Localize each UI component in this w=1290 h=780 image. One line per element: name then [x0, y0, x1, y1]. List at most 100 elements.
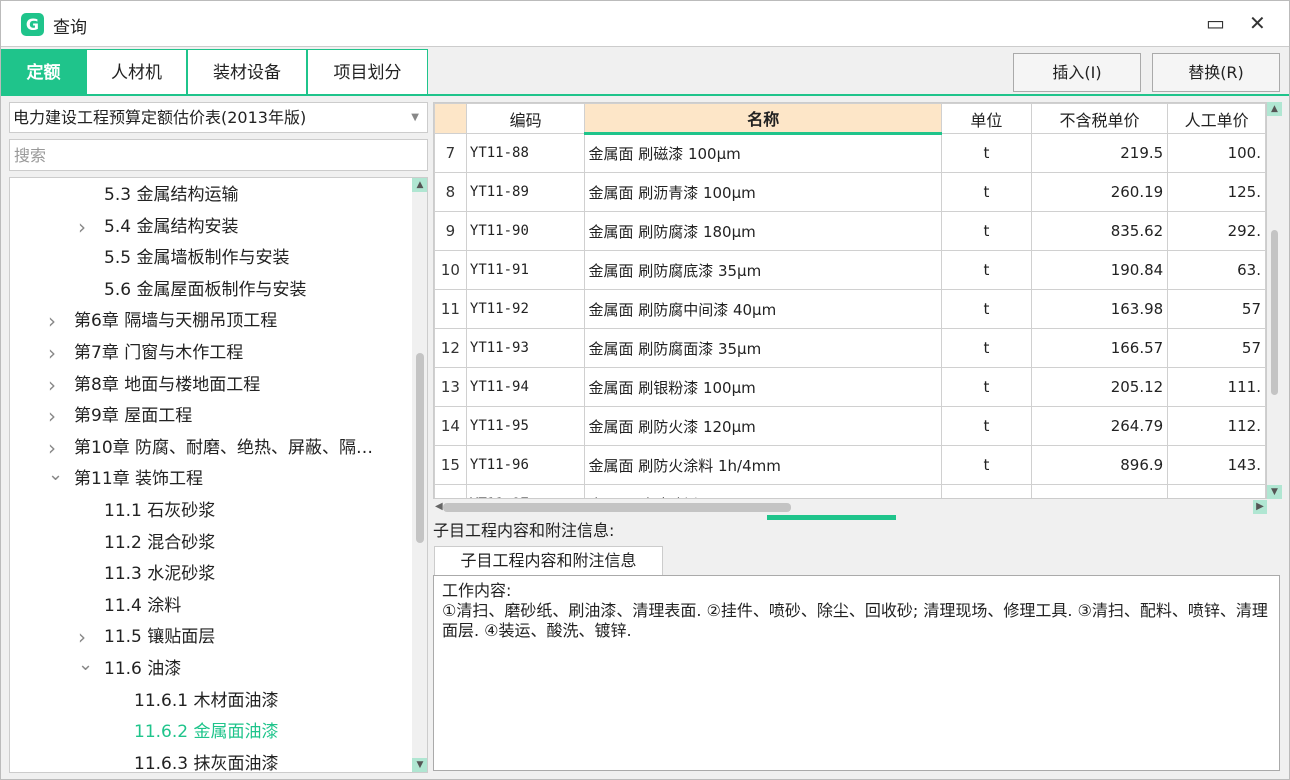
- tree-item[interactable]: 11.3 水泥砂浆: [104, 559, 215, 590]
- tree-item[interactable]: 11.6.3 抹灰面油漆: [134, 749, 278, 772]
- header-labor-price[interactable]: 人工单价: [1167, 103, 1266, 134]
- tree-item[interactable]: 11.1 石灰砂浆: [104, 496, 215, 527]
- scroll-down-icon[interactable]: ▼: [1267, 485, 1282, 499]
- name-cell: 金属面 刷防腐中间漆 40μm: [584, 289, 943, 329]
- header-price-excl-tax[interactable]: 不含税单价: [1030, 103, 1169, 134]
- close-icon[interactable]: ✕: [1249, 11, 1266, 35]
- table-vscroll-thumb[interactable]: [1271, 230, 1278, 395]
- tree-item[interactable]: 5.5 金属墙板制作与安装: [104, 243, 289, 274]
- tree-scrollbar[interactable]: ▲ ▼: [412, 178, 427, 772]
- labor-price-cell: 125.: [1167, 172, 1266, 212]
- search-input[interactable]: [9, 139, 428, 171]
- chevron-right-icon[interactable]: ›: [48, 338, 60, 369]
- panel-splitter[interactable]: [767, 515, 896, 520]
- header-code[interactable]: 编码: [465, 103, 586, 134]
- header-name[interactable]: 名称: [584, 103, 943, 135]
- tree-item[interactable]: 第10章 防腐、耐磨、绝热、屏蔽、隔…: [74, 433, 373, 464]
- table-row[interactable]: 15 YT11-96 金属面 刷防火涂料 1h/4mm t 896.9 143.: [434, 445, 1266, 485]
- chevron-right-icon[interactable]: ›: [48, 401, 60, 432]
- table-row[interactable]: 12 YT11-93 金属面 刷防腐面漆 35μm t 166.57 57: [434, 328, 1266, 368]
- chevron-right-icon[interactable]: ›: [78, 212, 90, 243]
- library-select[interactable]: 电力建设工程预算定额估价表(2013年版) ▼: [9, 102, 428, 133]
- price-cell: 1035.54: [1030, 484, 1169, 498]
- replace-button[interactable]: 替换(R): [1152, 53, 1280, 92]
- maximize-icon[interactable]: ▭: [1206, 11, 1225, 35]
- tree-item[interactable]: 11.6.1 木材面油漆: [134, 686, 278, 717]
- row-number: 7: [434, 133, 467, 173]
- insert-button[interactable]: 插入(I): [1013, 53, 1141, 92]
- tree-item[interactable]: 5.6 金属屋面板制作与安装: [104, 275, 306, 306]
- table-row[interactable]: 7 YT11-88 金属面 刷磁漆 100μm t 219.5 100.: [434, 133, 1266, 173]
- tree-item[interactable]: 5.3 金属结构运输: [104, 180, 238, 211]
- tab-labor-material-machine[interactable]: 人材机: [86, 49, 187, 95]
- tree-item-label: 5.5 金属墙板制作与安装: [104, 248, 290, 269]
- tab-info[interactable]: 子目工程内容和附注信息: [434, 546, 663, 576]
- table-row[interactable]: 10 YT11-91 金属面 刷防腐底漆 35μm t 190.84 63.: [434, 250, 1266, 290]
- scroll-right-icon[interactable]: ▶: [1253, 500, 1267, 514]
- scroll-left-icon[interactable]: ◀: [435, 501, 443, 512]
- table-row[interactable]: 11 YT11-92 金属面 刷防腐中间漆 40μm t 163.98 57: [434, 289, 1266, 329]
- tree-item-label: 11.6.2 金属面油漆: [134, 722, 279, 743]
- tree-item[interactable]: 11.6.2 金属面油漆: [134, 717, 278, 748]
- tree-item-label: 11.6 油漆: [104, 659, 182, 679]
- table-row[interactable]: 9 YT11-90 金属面 刷防腐漆 180μm t 835.62 292.: [434, 211, 1266, 251]
- table-row[interactable]: 14 YT11-95 金属面 刷防火漆 120μm t 264.79 112.: [434, 406, 1266, 446]
- tree-item-label: 11.5 镶贴面层: [104, 627, 216, 648]
- tree-scroll-thumb[interactable]: [416, 353, 424, 543]
- scroll-up-icon[interactable]: ▲: [412, 178, 427, 192]
- tree-item[interactable]: 11.5 镶贴面层: [104, 622, 215, 653]
- tab-equipment[interactable]: 装材设备: [187, 49, 307, 95]
- table-row[interactable]: 8 YT11-89 金属面 刷沥青漆 100μm t 260.19 125.: [434, 172, 1266, 212]
- price-cell: 260.19: [1030, 172, 1169, 212]
- name-cell: 金属面 喷砂除锈: [584, 484, 943, 498]
- price-cell: 264.79: [1030, 406, 1169, 446]
- chevron-right-icon[interactable]: ›: [78, 622, 90, 653]
- code-cell: YT11-88: [465, 133, 586, 173]
- name-cell: 金属面 刷沥青漆 100μm: [584, 172, 943, 212]
- tree-item[interactable]: 第11章 装饰工程: [74, 464, 203, 495]
- info-content: 工作内容: ①清扫、磨砂纸、刷油漆、清理表面. ②挂件、喷砂、除尘、回收砂; 清…: [433, 575, 1280, 771]
- table-hscroll-thumb[interactable]: [443, 503, 791, 512]
- window-title: 查询: [53, 18, 87, 38]
- tree-item[interactable]: 11.2 混合砂浆: [104, 528, 215, 559]
- chevron-down-icon[interactable]: ⌄: [48, 464, 63, 486]
- tree-item-label: 11.2 混合砂浆: [104, 532, 216, 553]
- table-vscrollbar[interactable]: ▲ ▼: [1267, 102, 1282, 499]
- tree-item[interactable]: 第8章 地面与楼地面工程: [74, 370, 260, 401]
- tree-item[interactable]: 5.4 金属结构安装: [104, 212, 238, 243]
- name-cell: 金属面 刷银粉漆 100μm: [584, 367, 943, 407]
- info-body: ①清扫、磨砂纸、刷油漆、清理表面. ②挂件、喷砂、除尘、回收砂; 清理现场、修理…: [442, 601, 1268, 640]
- tree-item[interactable]: 11.4 涂料: [104, 591, 181, 622]
- code-cell: YT11-94: [465, 367, 586, 407]
- code-cell: YT11-97: [465, 484, 586, 498]
- tree-item-label: 5.3 金属结构运输: [104, 185, 239, 205]
- chevron-right-icon[interactable]: ›: [48, 306, 60, 337]
- unit-cell: t: [941, 328, 1032, 368]
- tree-item[interactable]: 第7章 门窗与木作工程: [74, 338, 243, 369]
- price-cell: 896.9: [1030, 445, 1169, 485]
- table-hscrollbar[interactable]: ◀ ▶: [433, 499, 1267, 515]
- code-cell: YT11-90: [465, 211, 586, 251]
- chevron-right-icon[interactable]: ›: [48, 370, 60, 401]
- row-number: 13: [434, 367, 467, 407]
- chevron-right-icon[interactable]: ›: [48, 433, 60, 464]
- tab-project-division[interactable]: 项目划分: [307, 49, 428, 95]
- scroll-down-icon[interactable]: ▼: [412, 758, 427, 772]
- chevron-down-icon[interactable]: ⌄: [78, 654, 93, 676]
- tree-item-label: 5.4 金属结构安装: [104, 216, 239, 237]
- table-row[interactable]: 13 YT11-94 金属面 刷银粉漆 100μm t 205.12 111.: [434, 367, 1266, 407]
- tree-item[interactable]: 11.6 油漆: [104, 654, 181, 685]
- name-cell: 金属面 刷防火漆 120μm: [584, 406, 943, 446]
- header-unit[interactable]: 单位: [941, 103, 1032, 134]
- scroll-up-icon[interactable]: ▲: [1267, 102, 1282, 116]
- name-cell: 金属面 刷防腐底漆 35μm: [584, 250, 943, 290]
- table-row[interactable]: 16YT11-97金属面 喷砂除锈t1035.54211.: [434, 484, 1266, 498]
- tab-quota[interactable]: 定额: [1, 49, 86, 95]
- labor-price-cell: 111.: [1167, 367, 1266, 407]
- unit-cell: t: [941, 445, 1032, 485]
- unit-cell: t: [941, 133, 1032, 173]
- tree-item[interactable]: 第9章 屋面工程: [74, 401, 192, 432]
- tree-item[interactable]: 第6章 隔墙与天棚吊顶工程: [74, 306, 277, 337]
- chevron-down-icon: ▼: [411, 112, 419, 123]
- labor-price-cell: 211.: [1167, 484, 1266, 498]
